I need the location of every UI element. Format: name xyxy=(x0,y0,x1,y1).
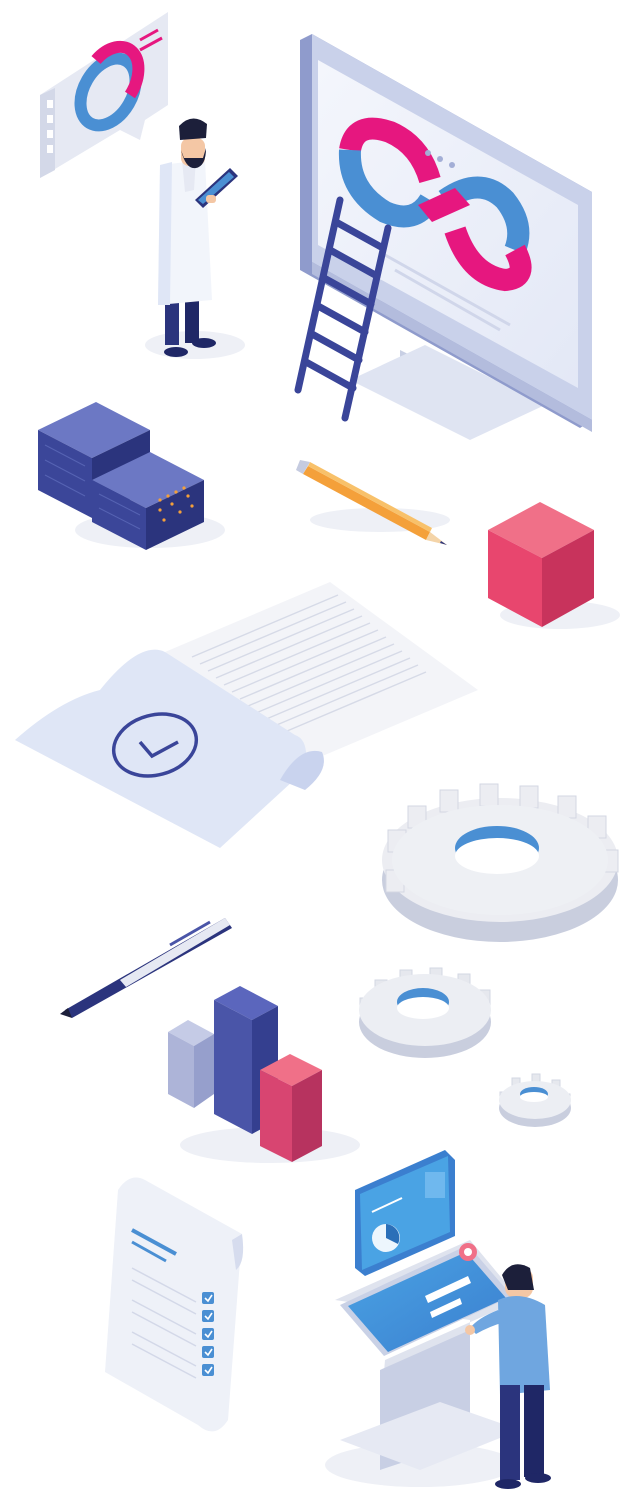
speech-bubble-donut-chart-icon xyxy=(40,12,168,178)
scientist-with-tablet-icon xyxy=(145,118,245,359)
checklist-scroll-icon xyxy=(105,1177,244,1432)
small-gear-icon xyxy=(499,1073,571,1127)
pen-icon xyxy=(60,918,232,1018)
medium-gear-icon xyxy=(359,967,491,1058)
server-racks-icon xyxy=(38,402,225,550)
bar-chart-icon xyxy=(168,986,360,1163)
cube-icon xyxy=(488,502,620,629)
pencil-icon xyxy=(296,460,450,545)
isometric-devops-illustration xyxy=(15,12,620,1489)
large-gear-icon xyxy=(382,783,619,942)
